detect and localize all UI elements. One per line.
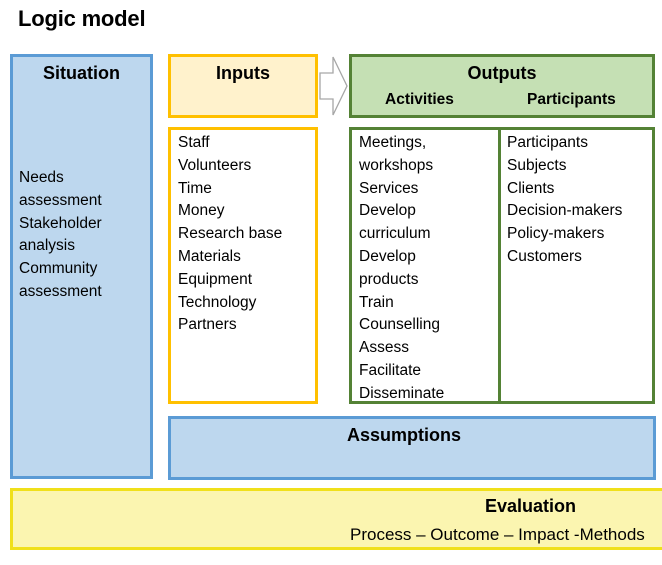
activity-item: Develop	[359, 247, 416, 265]
inputs-item: Staff	[178, 134, 210, 151]
activity-item: Facilitate	[359, 361, 422, 379]
situation-item: assessment	[19, 191, 102, 209]
participant-item: Decision-makers	[507, 202, 623, 220]
participants-header: Participants	[527, 91, 616, 108]
participant-item: Policy-makers	[507, 225, 605, 243]
inputs-header: Inputs	[216, 63, 270, 83]
situation-item: Stakeholder	[19, 214, 102, 232]
situation-item: analysis	[19, 237, 75, 255]
activity-item: curriculum	[359, 225, 431, 243]
outputs-list-box: Meetings, workshops Services Develop cur…	[349, 127, 655, 404]
inputs-item: Materials	[178, 247, 241, 265]
inputs-item: Equipment	[178, 270, 253, 288]
evaluation-box: Evaluation Process – Outcome – Impact -M…	[10, 488, 662, 550]
evaluation-header: Evaluation	[485, 496, 577, 516]
column-divider	[498, 130, 501, 401]
situation-item: Needs	[19, 169, 64, 186]
activity-item: Disseminate	[359, 384, 445, 402]
activity-item: workshops	[359, 156, 434, 174]
activity-item: Services	[359, 179, 419, 197]
participants-list: Participants Subjects Clients Decision-m…	[507, 132, 622, 269]
activity-item: Develop	[359, 202, 416, 220]
situation-list: Needs assessment Stakeholder analysis Co…	[19, 167, 102, 304]
participant-item: Clients	[507, 179, 555, 197]
evaluation-methods: Process – Outcome – Impact -Methods	[350, 525, 645, 544]
participant-item: Subjects	[507, 156, 567, 174]
activities-header: Activities	[385, 91, 454, 108]
participant-item: Customers	[507, 247, 582, 265]
right-arrow-icon	[319, 56, 348, 116]
assumptions-box: Assumptions	[168, 416, 656, 480]
activity-item: Counselling	[359, 316, 440, 334]
inputs-header-box: Inputs	[168, 54, 318, 118]
activity-item: Assess	[359, 339, 409, 357]
activity-item: products	[359, 270, 419, 288]
activities-list: Meetings, workshops Services Develop cur…	[359, 132, 444, 406]
situation-header: Situation	[43, 63, 120, 83]
inputs-item: Money	[178, 202, 225, 220]
inputs-item: Volunteers	[178, 156, 252, 174]
outputs-header: Outputs	[467, 63, 537, 83]
inputs-list: Staff Volunteers Time Money Research bas…	[168, 127, 318, 404]
assumptions-header: Assumptions	[347, 425, 462, 445]
diagram-title: Logic model	[18, 6, 146, 31]
situation-item: assessment	[19, 282, 102, 300]
inputs-item: Time	[178, 179, 212, 197]
inputs-item: Research base	[178, 225, 283, 243]
situation-box: Situation Needs assessment Stakeholder a…	[10, 54, 153, 479]
situation-item: Community	[19, 260, 98, 278]
inputs-item: Partners	[178, 316, 237, 334]
participant-item: Participants	[507, 134, 588, 151]
activity-item: Train	[359, 293, 394, 311]
activity-item: Meetings,	[359, 134, 427, 151]
outputs-header-box: Outputs Activities Participants	[349, 54, 655, 118]
inputs-item: Technology	[178, 293, 257, 311]
